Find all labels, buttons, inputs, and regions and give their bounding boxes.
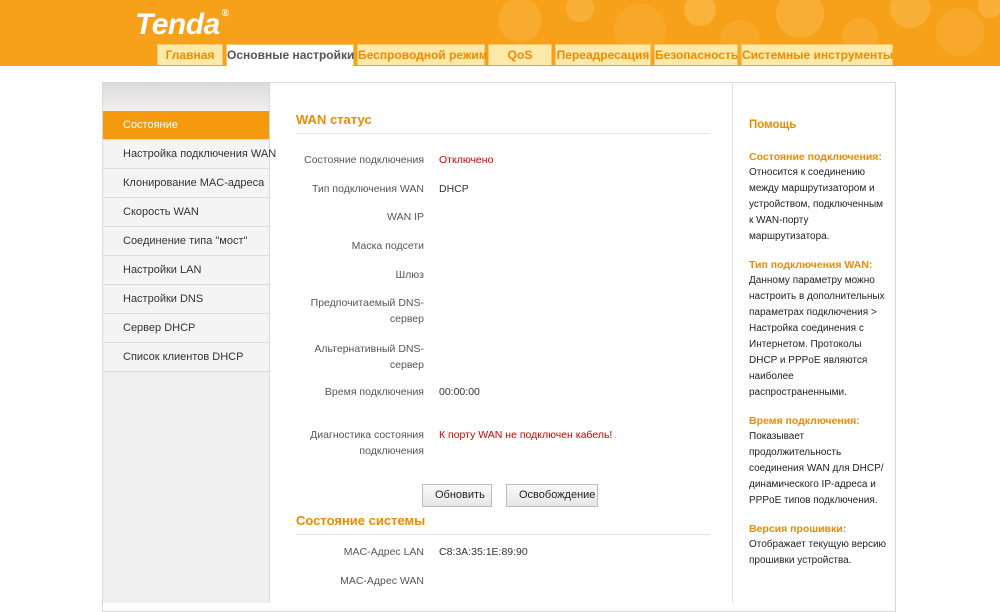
wan-status-label: Диагностика состояния подключения <box>310 429 424 457</box>
system-status-label: MAC-Адрес LAN <box>343 546 424 558</box>
sidebar-item[interactable]: Список клиентов DHCP <box>103 343 269 372</box>
wan-status-label: WAN IP <box>387 211 424 223</box>
nav-tab[interactable]: Беспроводной режим <box>357 44 488 65</box>
sidebar-item[interactable]: Состояние <box>103 111 269 140</box>
system-status-row: MAC-Адрес WAN <box>296 573 439 589</box>
system-status-title: Состояние системы <box>296 513 710 535</box>
sidebar-item[interactable]: Соединение типа "мост" <box>103 227 269 256</box>
wan-status-label: Альтернативный DNS-сервер <box>314 343 424 371</box>
wan-status-value: DHCP <box>439 183 469 195</box>
help-text: Отображает текущую версию прошивки устро… <box>749 539 887 566</box>
nav-tab[interactable]: Главная <box>157 44 223 65</box>
wan-status-label: Время подключения <box>324 386 424 398</box>
tenda-logo: Tenda ® <box>135 8 229 41</box>
wan-status-row: Маска подсети <box>296 238 439 254</box>
sidebar-item[interactable]: Сервер DHCP <box>103 314 269 343</box>
wan-status-label: Тип подключения WAN <box>311 183 424 195</box>
system-status-label: MAC-Адрес WAN <box>340 575 424 587</box>
help-heading: Состояние подключения: <box>749 151 882 163</box>
sidebar-item[interactable]: Клонирование MAC-адреса <box>103 169 269 198</box>
release-button[interactable]: Освобождение <box>506 484 598 507</box>
nav-tab[interactable]: Системные инструменты <box>741 44 893 65</box>
wan-status-title: WAN статус <box>296 112 710 134</box>
wan-status-row: Состояние подключения Отключено <box>296 152 493 168</box>
wan-status-row: Шлюз <box>296 267 439 283</box>
action-buttons: Обновить Освобождение <box>422 484 598 507</box>
help-text: Показывает продолжительность соединения … <box>749 431 884 506</box>
main-panel: WAN статус Состояние подключения Отключен… <box>296 112 710 587</box>
sidebar-item[interactable]: Скорость WAN <box>103 198 269 227</box>
help-title: Помощь <box>749 119 797 131</box>
wan-status-value: Отключено <box>439 154 494 166</box>
wan-status-row: Альтернативный DNS-сервер <box>296 341 439 373</box>
sidebar-item[interactable]: Настройка подключения WAN <box>103 140 276 169</box>
nav-tab[interactable]: QoS <box>488 44 552 65</box>
refresh-button[interactable]: Обновить <box>422 484 492 507</box>
wan-status-row: Время подключения 00:00:00 <box>296 384 480 400</box>
sidebar: Состояние Настройка подключения WAN Клонир… <box>103 83 276 603</box>
wan-status-row: Тип подключения WAN DHCP <box>296 181 469 197</box>
sidebar-list: Состояние Настройка подключения WAN Клонир… <box>103 111 276 372</box>
wan-status-label: Предпочитаемый DNS-сервер <box>310 297 424 325</box>
nav-tab[interactable]: Основные настройки <box>226 44 354 66</box>
nav-tab[interactable]: Безопасность <box>654 44 738 65</box>
main-nav: Главная Основные настройки Беспроводной ре… <box>157 44 896 66</box>
sidebar-item[interactable]: Настройки DNS <box>103 285 269 314</box>
wan-status-row: WAN IP <box>296 209 439 225</box>
help-panel: Помощь Состояние подключения: Относится к… <box>732 83 896 603</box>
wan-status-label: Шлюз <box>395 269 424 281</box>
help-text: Относится к соединению между маршрутизат… <box>749 167 884 242</box>
help-heading: Версия прошивки: <box>749 523 847 535</box>
header-bar: Tenda ® Главная Основные настройки Беспрово… <box>0 0 1000 66</box>
wan-status-row: Предпочитаемый DNS-сервер <box>296 295 439 327</box>
help-sections: Состояние подключения: Относится к соедин… <box>749 149 889 569</box>
wan-status-value: 00:00:00 <box>439 386 480 398</box>
sidebar-header <box>103 83 269 111</box>
wan-status-value: К порту WAN не подключен кабель! <box>439 429 613 441</box>
help-heading: Время подключения: <box>749 415 860 427</box>
wan-status-row: Диагностика состояния подключения К порту… <box>296 427 612 459</box>
wan-status-label: Состояние подключения <box>304 154 424 166</box>
help-heading: Тип подключения WAN: <box>749 259 873 271</box>
wan-status-label: Маска подсети <box>351 240 424 252</box>
sidebar-item[interactable]: Настройки LAN <box>103 256 269 285</box>
nav-tab[interactable]: Переадресация <box>555 44 651 65</box>
system-status-row: MAC-Адрес LAN C8:3A:35:1E:89:90 <box>296 544 528 560</box>
system-status-value: C8:3A:35:1E:89:90 <box>439 546 528 558</box>
help-text: Данному параметру можно настроить в допо… <box>749 275 885 398</box>
